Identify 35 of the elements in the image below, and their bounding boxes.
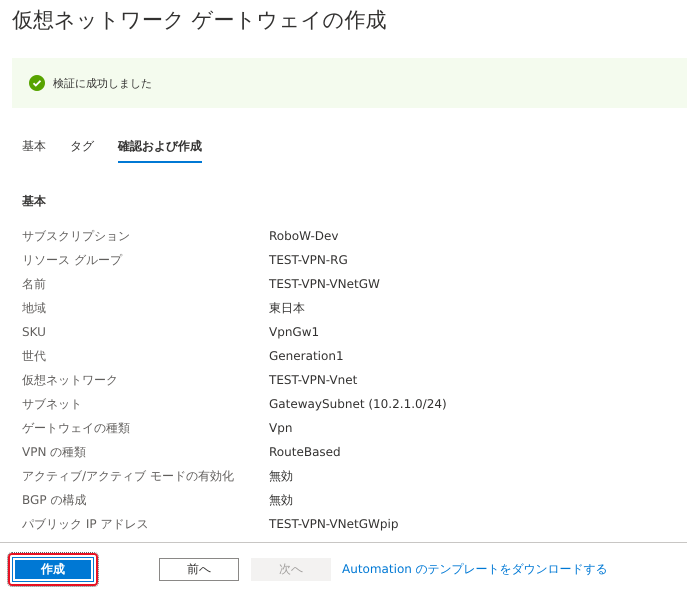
field-label: 名前: [22, 276, 47, 292]
field-value: TEST-VPN-VNetGWpip: [269, 517, 398, 531]
field-label: リソース グループ: [22, 252, 124, 268]
field-value: TEST-VPN-RG: [269, 253, 348, 267]
field-label: パブリック IP アドレス: [22, 516, 150, 532]
banner-message: 検証に成功しました: [53, 76, 152, 90]
page-title: 仮想ネットワーク ゲートウェイの作成: [11, 7, 388, 34]
field-label: 地域: [22, 300, 47, 316]
field-label: ゲートウェイの種類: [22, 420, 131, 436]
field-value: Generation1: [269, 349, 344, 363]
field-label: サブネット: [22, 396, 83, 412]
field-value: VpnGw1: [269, 325, 320, 339]
download-template-link[interactable]: Automation のテンプレートをダウンロードする: [342, 561, 608, 578]
tab[interactable]: タグ: [70, 134, 94, 163]
create-button[interactable]: 作成: [13, 558, 93, 581]
field-label: SKU: [22, 325, 47, 339]
field-label: サブスクリプション: [22, 228, 131, 244]
field-value: 無効: [269, 468, 293, 484]
field-label: BGP の構成: [22, 492, 88, 508]
field-value: Vpn: [269, 421, 292, 435]
field-value: 無効: [269, 492, 293, 508]
tab[interactable]: 確認および作成: [118, 134, 202, 163]
field-value: GatewaySubnet (10.2.1.0/24): [269, 397, 447, 411]
field-label: 世代: [22, 348, 47, 364]
field-value: TEST-VPN-Vnet: [269, 373, 358, 387]
field-value: TEST-VPN-VNetGW: [269, 277, 380, 291]
tab[interactable]: 基本: [22, 134, 46, 163]
nav-button[interactable]: 前へ: [159, 558, 239, 581]
field-label: VPN の種類: [22, 444, 88, 460]
section-heading: 基本: [22, 193, 47, 210]
field-value: RouteBased: [269, 445, 341, 459]
field-value: RoboW-Dev: [269, 229, 339, 243]
field-label: アクティブ/アクティブ モードの有効化: [22, 468, 235, 484]
field-value: 東日本: [269, 300, 305, 316]
field-label: 仮想ネットワーク: [22, 372, 119, 388]
